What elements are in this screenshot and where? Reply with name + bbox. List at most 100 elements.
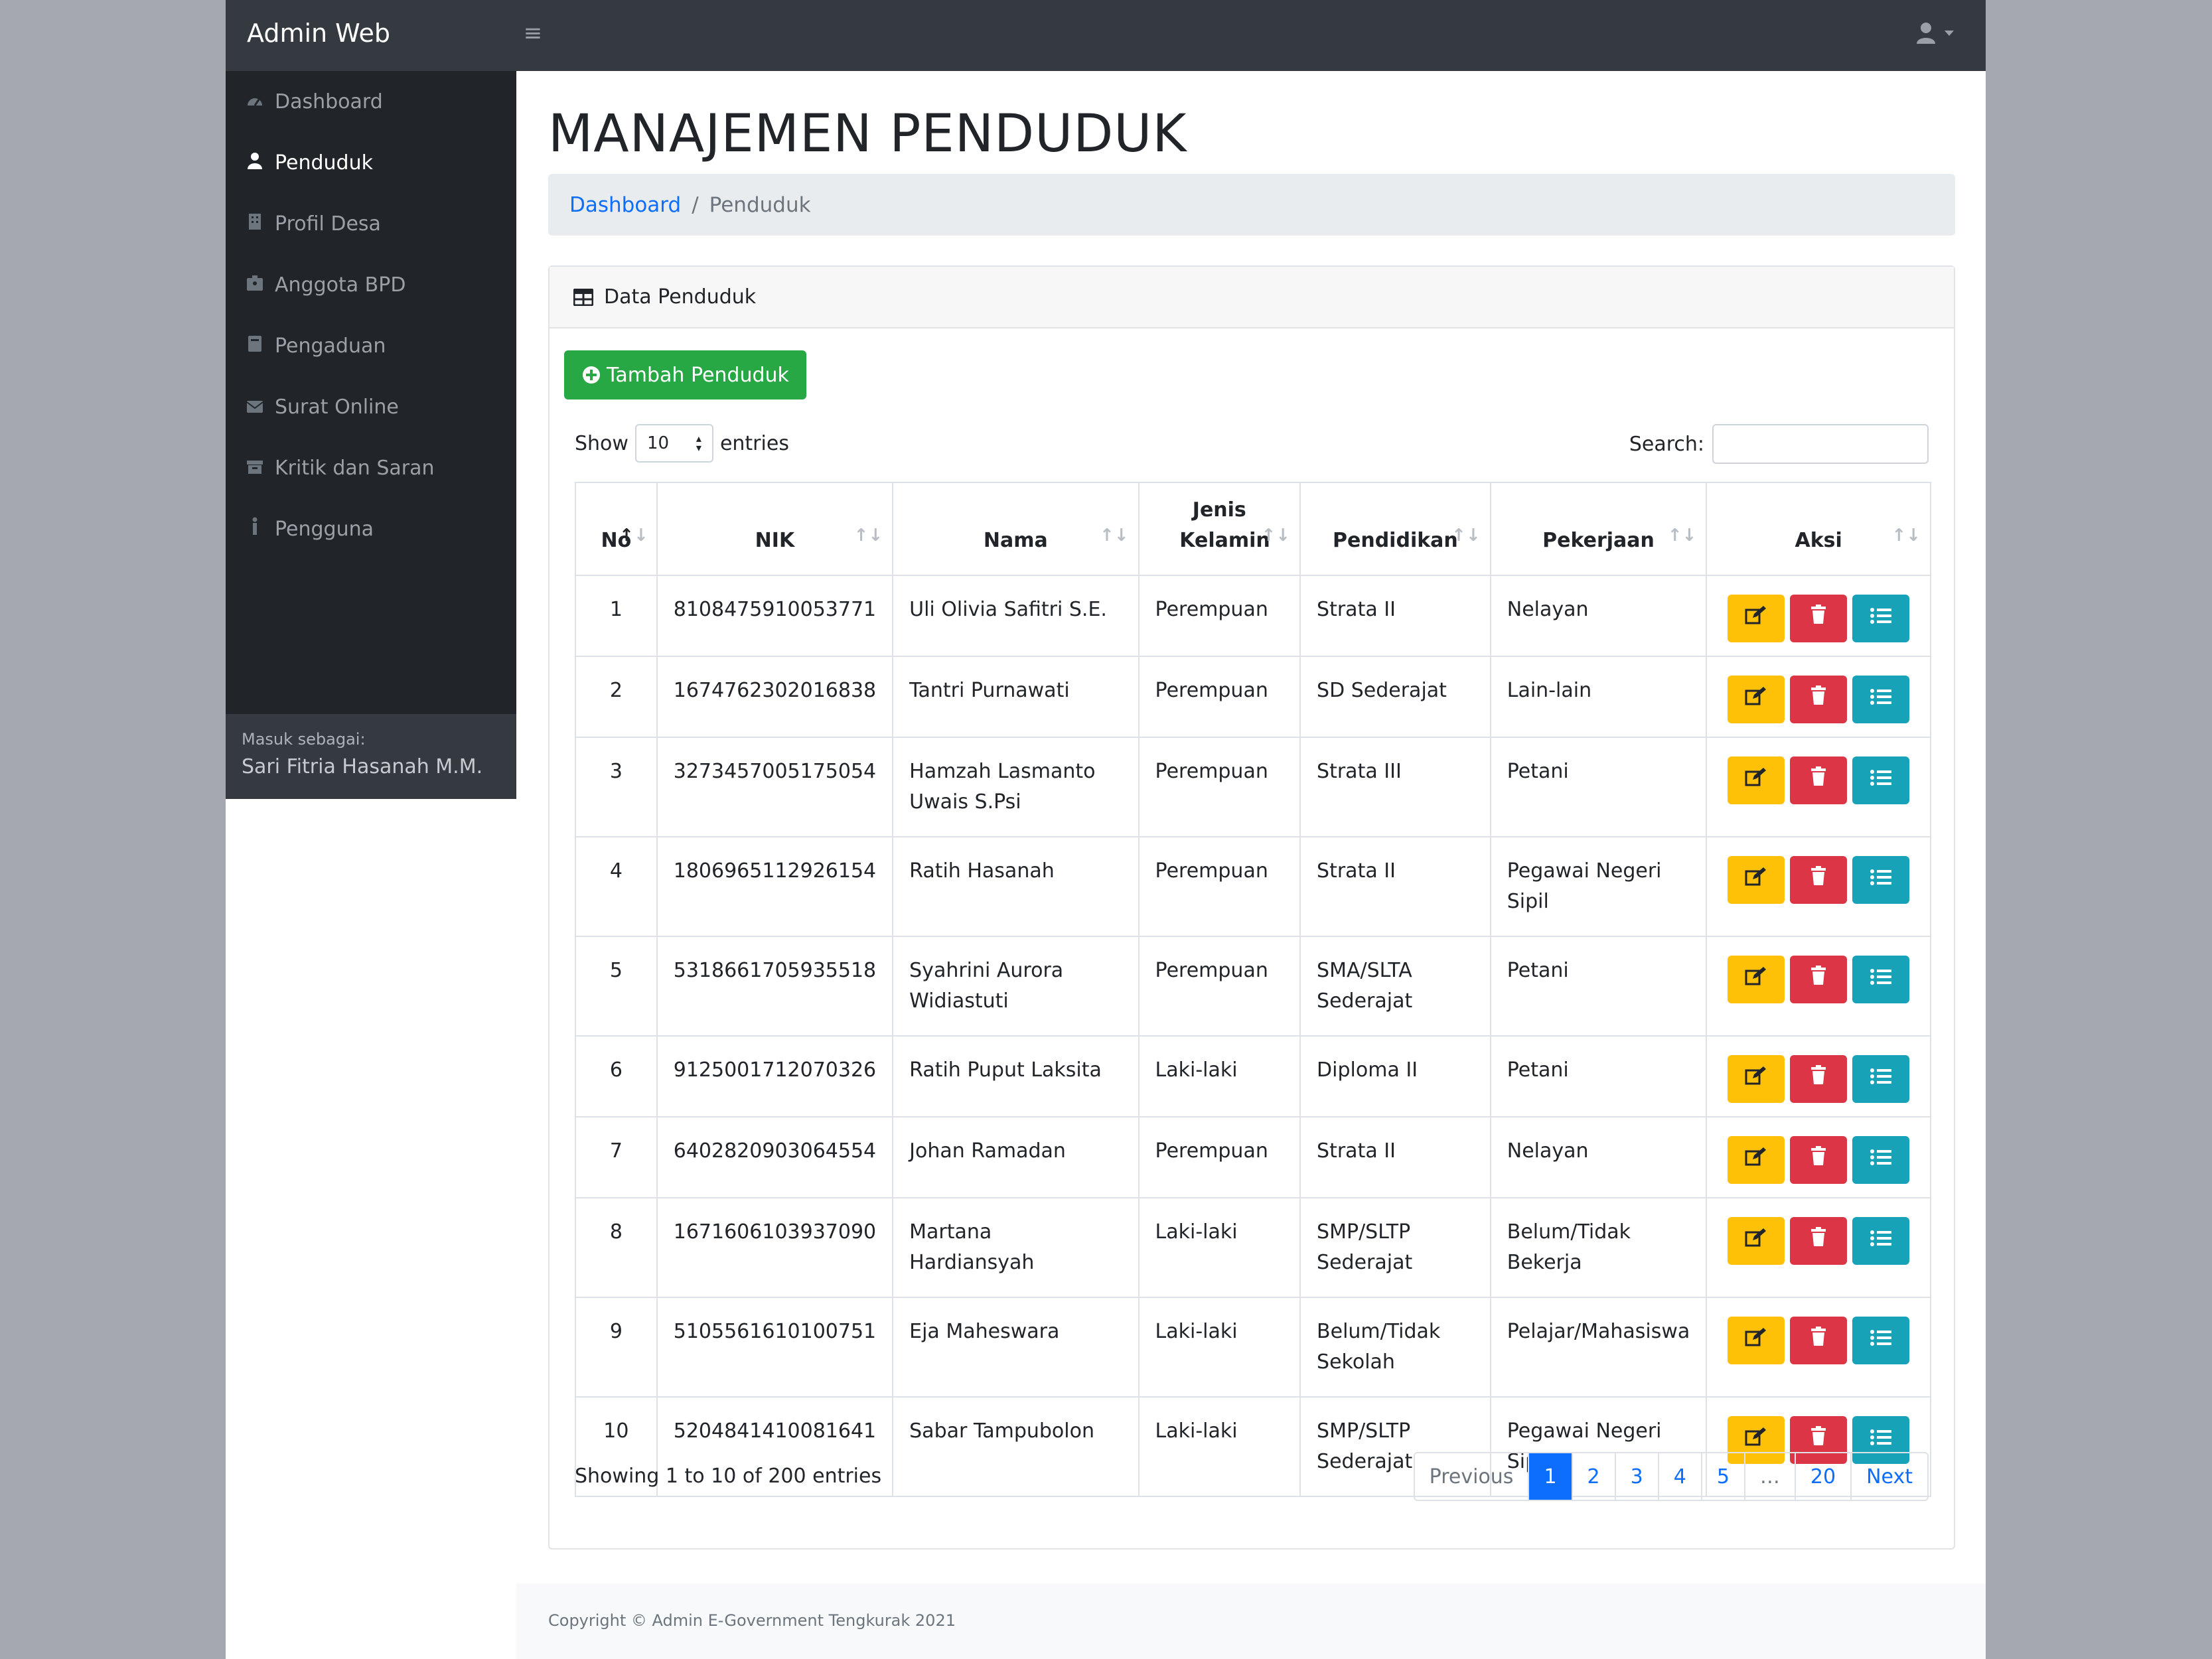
pagination-page-20[interactable]: 20 <box>1794 1453 1850 1500</box>
sidebar-item-surat-online[interactable]: Surat Online <box>226 376 516 437</box>
pagination-page-2[interactable]: 2 <box>1571 1453 1615 1500</box>
column-header-jenis-kelamin[interactable]: Jenis Kelamin ↑↓ <box>1138 482 1301 576</box>
list-icon <box>1870 865 1892 895</box>
cell-nik: 6402820903064554 <box>656 1116 894 1198</box>
delete-button[interactable] <box>1790 1217 1848 1265</box>
sidebar-item-kritik-dan-saran[interactable]: Kritik dan Saran <box>226 437 516 498</box>
search-control: Search: <box>1629 424 1929 464</box>
pagination-ellipsis: … <box>1743 1453 1795 1500</box>
delete-button[interactable] <box>1790 956 1848 1003</box>
detail-button[interactable] <box>1852 1136 1910 1184</box>
edit-button[interactable] <box>1728 676 1785 723</box>
detail-button[interactable] <box>1852 676 1910 723</box>
column-header-pekerjaan[interactable]: Pekerjaan ↑↓ <box>1489 482 1708 576</box>
column-header-no[interactable]: No ↑↓ <box>575 482 658 576</box>
detail-button[interactable] <box>1852 1217 1910 1265</box>
cell-pendidikan: Strata III <box>1299 737 1491 837</box>
column-header-nik[interactable]: NIK ↑↓ <box>656 482 894 576</box>
trash-icon <box>1810 684 1826 715</box>
delete-button[interactable] <box>1790 595 1848 642</box>
cell-nik: 8108475910053771 <box>656 575 894 657</box>
row-actions <box>1727 956 1910 1003</box>
sidebar-toggle-icon[interactable]: ≡ <box>523 20 543 46</box>
edit-button[interactable] <box>1728 1136 1785 1184</box>
entries-label: entries <box>719 431 789 455</box>
sidebar-item-profil-desa[interactable]: Profil Desa <box>226 193 516 254</box>
detail-button[interactable] <box>1852 1317 1910 1364</box>
edit-button[interactable] <box>1728 956 1785 1003</box>
edit-button[interactable] <box>1728 1217 1785 1265</box>
male-icon <box>246 517 264 541</box>
brand-title[interactable]: Admin Web <box>247 19 390 48</box>
edit-button[interactable] <box>1728 757 1785 804</box>
cell-no: 7 <box>575 1116 658 1198</box>
delete-button[interactable] <box>1790 1317 1848 1364</box>
sidebar-item-pengguna[interactable]: Pengguna <box>226 498 516 559</box>
detail-button[interactable] <box>1852 856 1910 904</box>
add-penduduk-button[interactable]: Tambah Penduduk <box>564 350 806 399</box>
list-icon <box>1870 1145 1892 1175</box>
pagination-page-3[interactable]: 3 <box>1614 1453 1658 1500</box>
cell-nik: 1671606103937090 <box>656 1197 894 1298</box>
id-badge-icon <box>246 273 264 297</box>
detail-button[interactable] <box>1852 595 1910 642</box>
select-arrows-icon: ▴ ▾ <box>696 432 701 454</box>
sidebar-item-anggota-bpd[interactable]: Anggota BPD <box>226 254 516 315</box>
column-header-aksi[interactable]: Aksi ↑↓ <box>1706 482 1931 576</box>
entries-per-page-select[interactable]: 10 ▴ ▾ <box>634 424 713 463</box>
delete-button[interactable] <box>1790 676 1848 723</box>
cell-pendidikan: Belum/Tidak Sekolah <box>1299 1297 1491 1398</box>
column-header-pendidikan[interactable]: Pendidikan ↑↓ <box>1299 482 1491 576</box>
breadcrumb-dashboard-link[interactable]: Dashboard <box>569 193 681 217</box>
trash-icon <box>1810 865 1826 895</box>
delete-button[interactable] <box>1790 1136 1848 1184</box>
trash-icon <box>1810 1226 1826 1256</box>
edit-button[interactable] <box>1728 1317 1785 1364</box>
edit-button[interactable] <box>1728 856 1785 904</box>
cell-pendidikan: Strata II <box>1299 836 1491 937</box>
delete-button[interactable] <box>1790 856 1848 904</box>
detail-button[interactable] <box>1852 1055 1910 1103</box>
pagination-next[interactable]: Next <box>1850 1453 1927 1500</box>
cell-aksi <box>1706 836 1931 937</box>
logged-in-username: Sari Fitria Hasanah M.M. <box>242 755 483 778</box>
delete-button[interactable] <box>1790 1055 1848 1103</box>
pagination-page-1[interactable]: 1 <box>1528 1453 1572 1500</box>
detail-button[interactable] <box>1852 956 1910 1003</box>
pagination-previous[interactable]: Previous <box>1415 1453 1528 1500</box>
sidebar-footer: Masuk sebagai: Sari Fitria Hasanah M.M. <box>226 714 516 799</box>
cell-nik: 3273457005175054 <box>656 737 894 837</box>
cell-pekerjaan: Petani <box>1489 737 1708 837</box>
column-header-nama[interactable]: Nama ↑↓ <box>892 482 1140 576</box>
pagination-page-5[interactable]: 5 <box>1700 1453 1744 1500</box>
cell-aksi <box>1706 656 1931 738</box>
cell-no: 4 <box>575 836 658 937</box>
sidebar-item-label: Dashboard <box>275 90 383 113</box>
edit-icon <box>1745 1425 1767 1455</box>
delete-button[interactable] <box>1790 757 1848 804</box>
data-card: Data Penduduk Tambah Penduduk Show 10 ▴ ▾… <box>548 265 1955 1550</box>
column-label: Aksi <box>1795 529 1842 552</box>
card-header: Data Penduduk <box>550 267 1954 328</box>
pagination-page-4[interactable]: 4 <box>1657 1453 1701 1500</box>
sidebar-item-penduduk[interactable]: Penduduk <box>226 132 516 193</box>
cell-nama: Uli Olivia Safitri S.E. <box>892 575 1140 657</box>
table-row: 5 5318661705935518 Syahrini Aurora Widiast… <box>575 936 1931 1037</box>
cell-nama: Johan Ramadan <box>892 1116 1140 1198</box>
search-input[interactable] <box>1712 424 1929 464</box>
sidebar-item-dashboard[interactable]: Dashboard <box>226 71 516 132</box>
cell-pekerjaan: Pegawai Negeri Sipil <box>1489 836 1708 937</box>
cell-jenis-kelamin: Laki-laki <box>1138 1035 1301 1118</box>
trash-icon <box>1810 765 1826 796</box>
sidebar-item-pengaduan[interactable]: Pengaduan <box>226 315 516 376</box>
user-menu-button[interactable] <box>1915 20 1959 49</box>
detail-button[interactable] <box>1852 757 1910 804</box>
list-icon <box>1870 765 1892 796</box>
cell-aksi <box>1706 737 1931 837</box>
data-table: No ↑↓ NIK ↑↓ Nama ↑↓ Jenis Kelamin ↑↓ Pendid… <box>575 482 1931 1497</box>
cell-nama: Syahrini Aurora Widiastuti <box>892 936 1140 1037</box>
table-body: 1 8108475910053771 Uli Olivia Safitri S.E.… <box>575 575 1931 1497</box>
edit-button[interactable] <box>1728 595 1785 642</box>
trash-icon <box>1810 1425 1826 1455</box>
edit-button[interactable] <box>1728 1055 1785 1103</box>
